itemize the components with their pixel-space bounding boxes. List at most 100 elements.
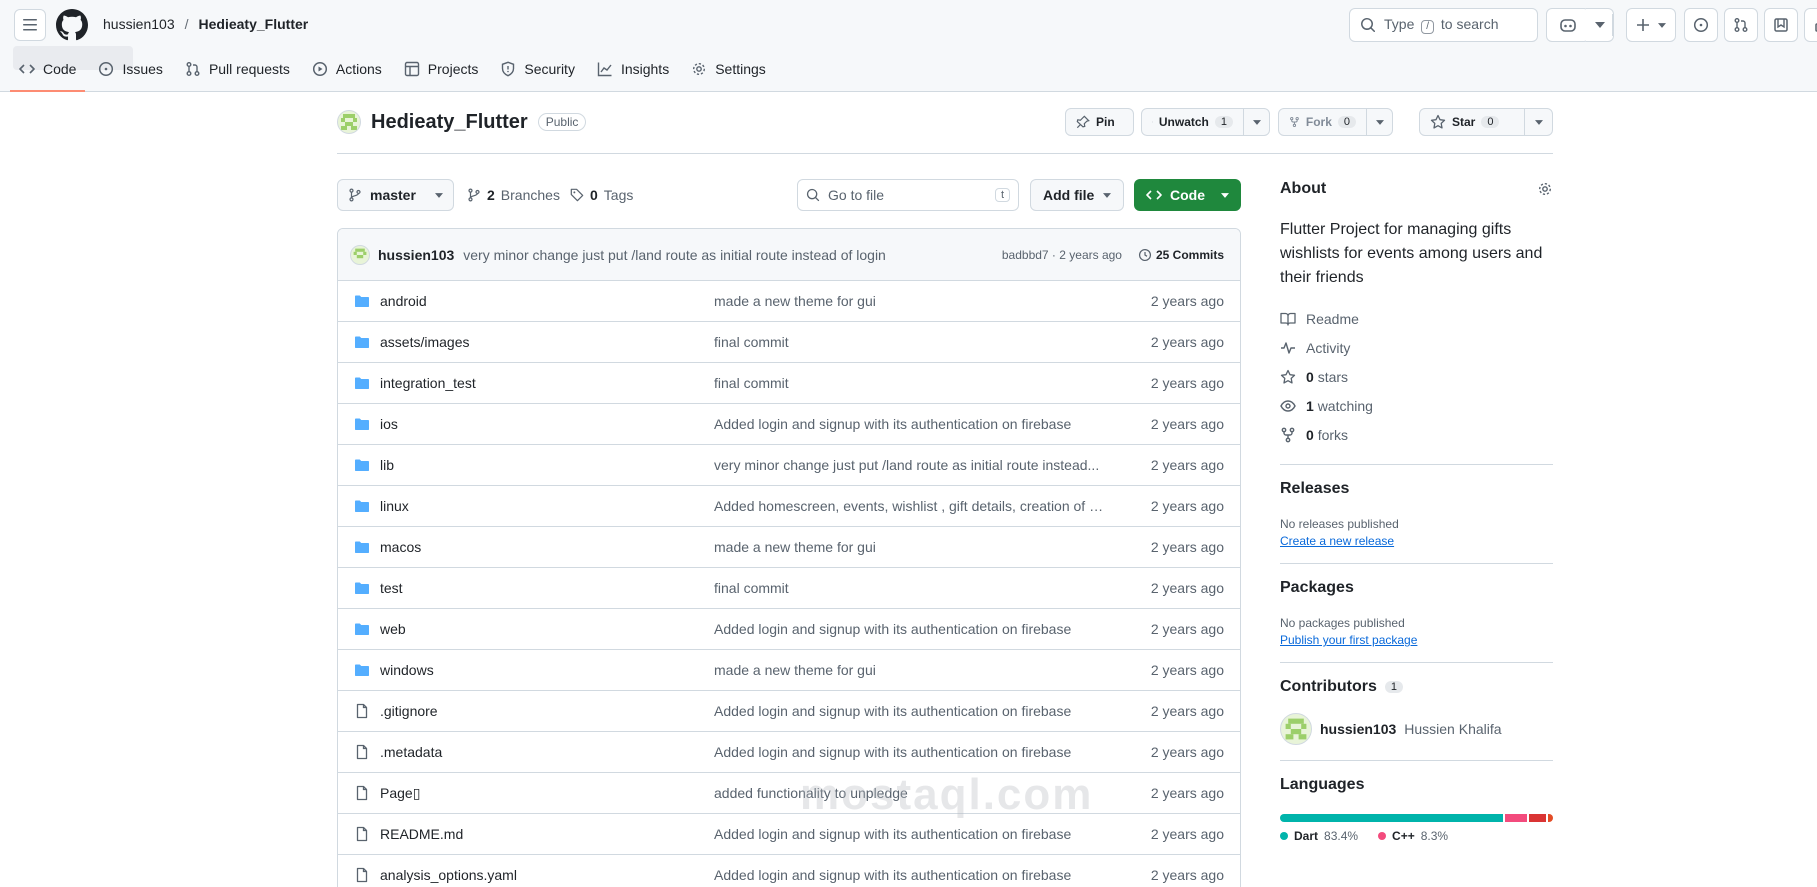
add-file-button[interactable]: Add file (1030, 179, 1124, 211)
user-menu-button[interactable] (1804, 8, 1817, 42)
file-commit-message[interactable]: final commit (714, 580, 1104, 596)
file-commit-message[interactable]: made a new theme for gui (714, 662, 1104, 678)
issues-button[interactable] (1684, 8, 1718, 42)
file-name[interactable]: linux (380, 498, 714, 514)
language-dart[interactable]: Dart 83.4% (1280, 829, 1358, 843)
file-name[interactable]: .metadata (380, 744, 714, 760)
copilot-menu-button[interactable] (1586, 8, 1614, 42)
table-row[interactable]: web Added login and signup with its authe… (338, 609, 1240, 650)
repo-link[interactable]: Hedieaty_Flutter (199, 16, 309, 32)
stars-link[interactable]: 0 stars (1280, 362, 1553, 391)
file-commit-message[interactable]: made a new theme for gui (714, 293, 1104, 309)
activity-link[interactable]: Activity (1280, 333, 1553, 362)
table-row[interactable]: windows made a new theme for gui 2 years a… (338, 650, 1240, 691)
tab-pull-requests[interactable]: Pull requests (176, 52, 299, 86)
file-name[interactable]: test (380, 580, 714, 596)
forks-link[interactable]: 0 forks (1280, 420, 1553, 449)
table-row[interactable]: Page▯ added functionality to unpledge 2 ye… (338, 773, 1240, 814)
releases-title[interactable]: Releases (1280, 480, 1553, 498)
tab-insights[interactable]: Insights (588, 52, 678, 86)
table-row[interactable]: assets/images final commit 2 years ago (338, 322, 1240, 363)
tab-security[interactable]: Security (491, 52, 584, 86)
table-row[interactable]: test final commit 2 years ago (338, 568, 1240, 609)
create-release-link[interactable]: Create a new release (1280, 534, 1553, 548)
tab-settings[interactable]: Settings (682, 52, 775, 86)
file-commit-message[interactable]: final commit (714, 375, 1104, 391)
tab-issues[interactable]: Issues (89, 52, 171, 86)
file-commit-message[interactable]: Added login and signup with its authenti… (714, 703, 1104, 719)
readme-link[interactable]: Readme (1280, 304, 1553, 333)
star-menu-button[interactable] (1524, 109, 1552, 135)
contributor-fullname: Hussien Khalifa (1404, 721, 1502, 737)
table-row[interactable]: ios Added login and signup with its authe… (338, 404, 1240, 445)
file-commit-message[interactable]: made a new theme for gui (714, 539, 1104, 555)
commit-author[interactable]: hussien103 (378, 247, 454, 263)
contributors-title[interactable]: Contributors (1280, 678, 1377, 696)
table-row[interactable]: android made a new theme for gui 2 years a… (338, 281, 1240, 322)
table-row[interactable]: analysis_options.yaml Added login and sig… (338, 855, 1240, 887)
table-row[interactable]: integration_test final commit 2 years ago (338, 363, 1240, 404)
table-row[interactable]: .metadata Added login and signup with its… (338, 732, 1240, 773)
file-commit-message[interactable]: Added login and signup with its authenti… (714, 826, 1104, 842)
menu-button[interactable] (14, 9, 46, 41)
pin-button[interactable]: Pin (1065, 108, 1134, 136)
file-commit-message[interactable]: final commit (714, 334, 1104, 350)
owner-link[interactable]: hussien103 (103, 16, 175, 32)
table-row[interactable]: .gitignore Added login and signup with it… (338, 691, 1240, 732)
file-name[interactable]: integration_test (380, 375, 714, 391)
file-name[interactable]: web (380, 621, 714, 637)
folder-icon (354, 457, 370, 473)
branch-selector[interactable]: master (337, 179, 454, 211)
watch-menu-button[interactable] (1243, 109, 1269, 135)
file-name[interactable]: ios (380, 416, 714, 432)
watchers-link[interactable]: 1 watching (1280, 391, 1553, 420)
file-commit-message[interactable]: Added login and signup with its authenti… (714, 744, 1104, 760)
contributor-item[interactable]: hussien103 Hussien Khalifa (1280, 713, 1553, 745)
table-row[interactable]: linux Added homescreen, events, wishlist … (338, 486, 1240, 527)
table-row[interactable]: lib very minor change just put /land rout… (338, 445, 1240, 486)
copilot-button[interactable] (1546, 8, 1590, 42)
repo-name[interactable]: Hedieaty_Flutter (371, 111, 528, 134)
file-name[interactable]: README.md (380, 826, 714, 842)
table-row[interactable]: macos made a new theme for gui 2 years ago (338, 527, 1240, 568)
table-row[interactable]: README.md Added login and signup with its… (338, 814, 1240, 855)
file-commit-message[interactable]: very minor change just put /land route a… (714, 457, 1104, 473)
create-new-button[interactable] (1626, 8, 1676, 42)
file-commit-message[interactable]: Added login and signup with its authenti… (714, 416, 1104, 432)
commits-link[interactable]: 25 Commits (1138, 248, 1224, 262)
file-name[interactable]: analysis_options.yaml (380, 867, 714, 883)
file-name[interactable]: .gitignore (380, 703, 714, 719)
file-name[interactable]: macos (380, 539, 714, 555)
fork-menu-button[interactable] (1366, 109, 1392, 135)
file-name[interactable]: assets/images (380, 334, 714, 350)
language-cpp[interactable]: C++ 8.3% (1378, 829, 1448, 843)
branches-link[interactable]: 2 Branches (467, 187, 560, 203)
file-name[interactable]: lib (380, 457, 714, 473)
star-button[interactable]: Star 0 (1419, 108, 1553, 136)
file-commit-message[interactable]: Added homescreen, events, wishlist , gif… (714, 498, 1104, 514)
tab-actions[interactable]: Actions (303, 52, 391, 86)
unwatch-button[interactable]: Unwatch 1 (1141, 108, 1270, 136)
commit-message[interactable]: very minor change just put /land route a… (463, 247, 886, 263)
notifications-button[interactable] (1764, 8, 1798, 42)
gear-icon[interactable] (1537, 181, 1553, 197)
github-logo-icon[interactable] (56, 9, 88, 41)
tab-projects[interactable]: Projects (395, 52, 488, 86)
packages-title[interactable]: Packages (1280, 579, 1553, 597)
fork-button[interactable]: Fork 0 (1278, 108, 1393, 136)
language-percent: 8.3% (1420, 829, 1449, 843)
file-name[interactable]: windows (380, 662, 714, 678)
pull-request-icon (1734, 18, 1748, 32)
publish-package-link[interactable]: Publish your first package (1280, 633, 1553, 647)
file-commit-message[interactable]: Added login and signup with its authenti… (714, 621, 1104, 637)
search-input[interactable]: Type / to search (1349, 8, 1538, 42)
file-commit-message[interactable]: Added login and signup with its authenti… (714, 867, 1104, 883)
commit-hash-time[interactable]: badbbd7 · 2 years ago (1002, 248, 1122, 262)
pull-requests-button[interactable] (1724, 8, 1758, 42)
go-to-file-input[interactable]: Go to file t (797, 179, 1019, 211)
code-button[interactable]: Code (1134, 179, 1241, 211)
file-name[interactable]: Page▯ (380, 785, 714, 802)
tags-link[interactable]: 0 Tags (570, 187, 633, 203)
file-name[interactable]: android (380, 293, 714, 309)
tab-code[interactable]: Code (10, 52, 86, 92)
